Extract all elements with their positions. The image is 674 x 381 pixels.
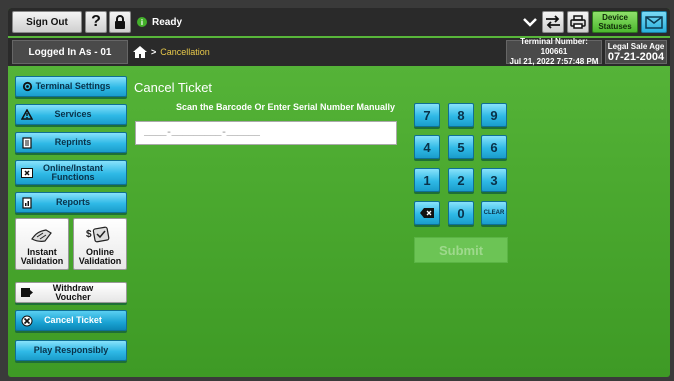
transfer-icon [546,15,560,29]
sidebar-item-label: Reprints [54,137,92,147]
instant-validation-icon [29,219,55,248]
instant-validation-label: Instant Validation [20,247,64,266]
key-0[interactable]: 0 [448,201,474,225]
sidebar-item-cancel-ticket[interactable]: Cancel Ticket [15,310,127,331]
sidebar-item-label: Cancel Ticket [44,315,102,325]
voucher-icon [20,286,34,300]
key-3[interactable]: 3 [481,168,507,192]
backspace-icon [420,208,434,218]
sidebar-item-terminal-settings[interactable]: Terminal Settings [15,76,127,97]
sidebar-item-label: Online/Instant Functions [42,162,103,182]
legal-sale-age-label: Legal Sale Age [607,41,665,51]
sidebar-item-label: Withdraw Voucher [52,282,94,302]
gear-icon [20,80,34,94]
sidebar-item-online-instant-functions[interactable]: Online/Instant Functions [15,160,127,185]
cancel-ticket-icon [20,314,34,328]
terminal-info: Terminal Number: 100661 Jul 21, 2022 7:5… [506,37,602,66]
key-4[interactable]: 4 [414,135,440,159]
backspace-button[interactable] [414,201,440,225]
key-7[interactable]: 7 [414,103,440,127]
app-frame: Sign Out ? i Ready Device Statuses Logge… [8,8,670,377]
mail-icon [645,15,663,29]
chevron-down-icon[interactable] [521,14,539,30]
key-6[interactable]: 6 [481,135,507,159]
logged-in-label: Logged In As - 01 [12,40,128,64]
sidebar-item-services[interactable]: Services [15,104,127,125]
sidebar-item-label: Services [54,109,92,119]
instruction-text: Scan the Barcode Or Enter Serial Number … [176,102,396,112]
breadcrumb-separator-icon: > [151,47,157,57]
warning-icon [20,108,34,122]
key-2[interactable]: 2 [448,168,474,192]
device-statuses-button[interactable]: Device Statuses [592,11,638,33]
info-bar: Logged In As - 01 > Cancellation Termina… [8,37,670,66]
key-1[interactable]: 1 [414,168,440,192]
home-icon[interactable] [133,46,147,58]
legal-sale-age: Legal Sale Age 07-21-2004 [605,40,667,64]
online-validation-icon: $ [85,219,115,248]
sidebar-item-reports[interactable]: Reports [15,192,127,213]
online-validation-button[interactable]: $ Online Validation [73,218,127,270]
legal-sale-age-date: 07-21-2004 [607,50,665,63]
online-validation-label: Online Validation [78,247,122,266]
status-text: Ready [152,16,183,28]
lock-button[interactable] [109,11,131,33]
ticket-x-icon [20,166,34,180]
sidebar-item-withdraw-voucher[interactable]: Withdraw Voucher [15,282,127,303]
svg-text:$: $ [86,229,92,240]
help-button[interactable]: ? [85,11,107,33]
terminal-number: Terminal Number: 100661 [520,37,588,56]
breadcrumb: > Cancellation [133,40,503,64]
sidebar-item-label: Reports [55,197,90,207]
instant-validation-button[interactable]: Instant Validation [15,218,69,270]
sidebar-item-label: Play Responsibly [33,345,109,355]
sidebar-item-reprints[interactable]: Reprints [15,132,127,153]
sidebar-item-label: Terminal Settings [35,81,111,91]
status-area: i Ready [135,11,505,33]
report-icon [20,196,34,210]
key-9[interactable]: 9 [481,103,507,127]
info-icon: i [137,17,147,27]
key-5[interactable]: 5 [448,135,474,159]
submit-button[interactable]: Submit [414,237,508,263]
serial-number-input[interactable]: ____-_________-______ [135,121,397,145]
clear-button[interactable]: CLEAR [481,201,507,225]
lock-icon [115,15,125,29]
transfer-button[interactable] [542,11,564,33]
mail-button[interactable] [641,11,667,33]
print-button[interactable] [567,11,589,33]
top-right-toolbar: Device Statuses [521,11,670,33]
printer-icon [570,15,586,29]
key-8[interactable]: 8 [448,103,474,127]
top-bar: Sign Out ? i Ready Device Statuses [8,8,670,36]
terminal-datetime: Jul 21, 2022 7:57:48 PM [509,57,599,66]
page-title: Cancel Ticket [134,80,213,95]
sidebar-item-play-responsibly[interactable]: Play Responsibly [15,340,127,361]
sign-out-button[interactable]: Sign Out [12,11,82,33]
breadcrumb-current: Cancellation [160,47,210,57]
document-icon [20,136,34,150]
